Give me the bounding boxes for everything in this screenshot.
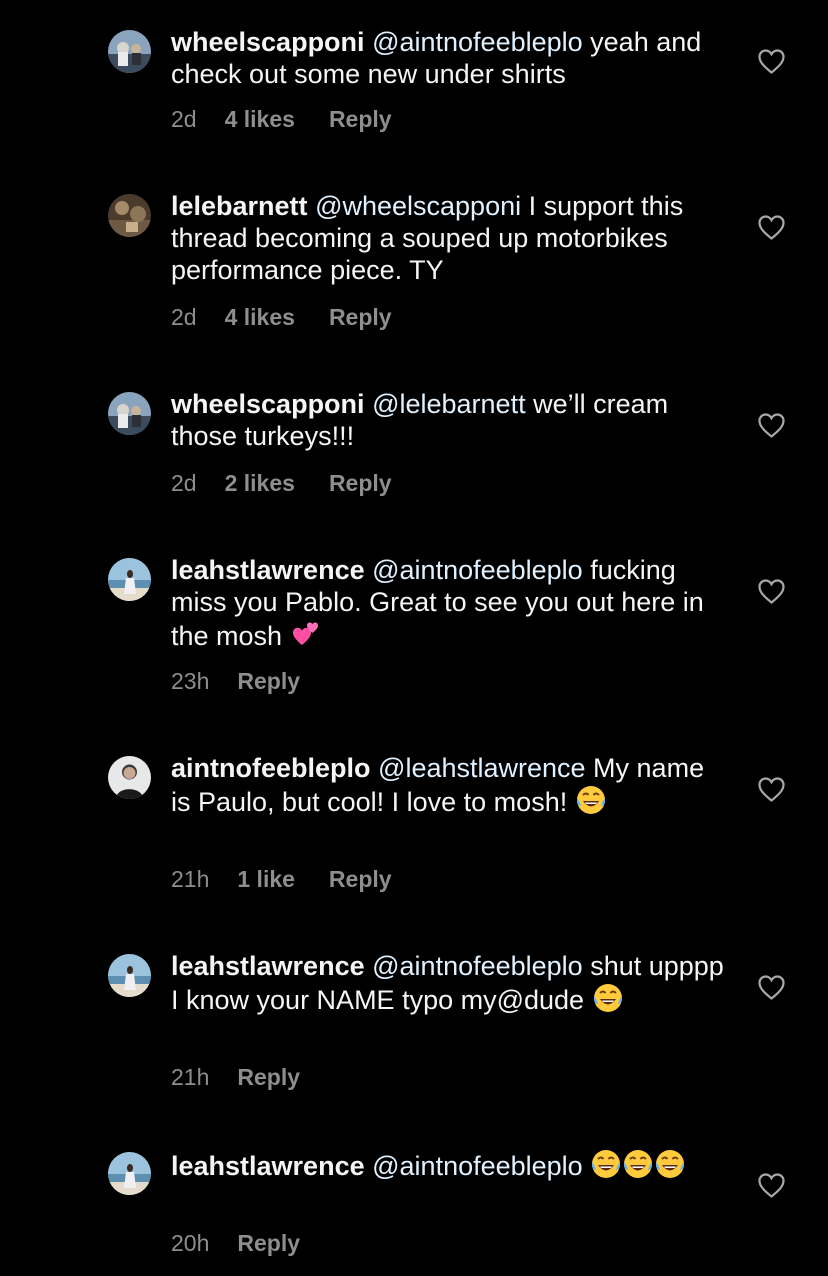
comment-meta: 20h Reply	[171, 1229, 300, 1257]
reply-button[interactable]: Reply	[329, 865, 392, 893]
reply-button[interactable]: Reply	[329, 469, 392, 497]
comment-mention[interactable]: @aintnofeebleplo	[372, 1151, 583, 1181]
reply-button[interactable]: Reply	[237, 1229, 300, 1257]
comment-username[interactable]: leahstlawrence	[171, 951, 365, 981]
avatar[interactable]	[108, 1152, 151, 1195]
tears-of-joy-emoji	[592, 982, 624, 1014]
heart-icon[interactable]	[758, 1173, 785, 1198]
comment-likes[interactable]: 1 like	[237, 865, 295, 893]
comment-time: 21h	[171, 1064, 210, 1090]
comment-mention[interactable]: @aintnofeebleplo	[372, 951, 583, 981]
comment-likes[interactable]: 2 likes	[225, 469, 295, 497]
avatar[interactable]	[108, 954, 151, 997]
avatar[interactable]	[108, 558, 151, 601]
two-hearts-emoji	[290, 618, 322, 650]
heart-icon[interactable]	[758, 975, 785, 1000]
comment-likes[interactable]: 4 likes	[225, 303, 295, 331]
comment-text: wheelscapponi @lelebarnett we’ll cream t…	[171, 388, 731, 452]
comment-username[interactable]: wheelscapponi	[171, 389, 365, 419]
comment-mention[interactable]: @lelebarnett	[372, 389, 526, 419]
comment-text: lelebarnett @wheelscapponi I support thi…	[171, 190, 731, 286]
comment-username[interactable]: leahstlawrence	[171, 555, 365, 585]
comment-time: 20h	[171, 1230, 210, 1256]
heart-icon[interactable]	[758, 215, 785, 240]
comment-username[interactable]: wheelscapponi	[171, 27, 365, 57]
comment-time: 2d	[171, 470, 197, 496]
comment-meta: 2d 2 likes Reply	[171, 469, 392, 497]
comment-mention[interactable]: @aintnofeebleplo	[372, 27, 583, 57]
comment-text: leahstlawrence @aintnofeebleplo shut upp…	[171, 950, 731, 1016]
comment-likes[interactable]: 4 likes	[225, 105, 295, 133]
comment-time: 23h	[171, 668, 210, 694]
avatar[interactable]	[108, 194, 151, 237]
comment-time: 2d	[171, 106, 197, 132]
comment-username[interactable]: lelebarnett	[171, 191, 308, 221]
avatar[interactable]	[108, 392, 151, 435]
comment-time: 2d	[171, 304, 197, 330]
tears-of-joy-emoji	[575, 784, 607, 816]
comment-body	[583, 1151, 591, 1181]
comment-meta: 21h 1 like Reply	[171, 865, 392, 893]
tears-of-joy-emoji	[590, 1148, 622, 1180]
comment-meta: 2d 4 likes Reply	[171, 303, 392, 331]
comment-time: 21h	[171, 866, 210, 892]
avatar[interactable]	[108, 756, 151, 799]
tears-of-joy-emoji	[654, 1148, 686, 1180]
comment-username[interactable]: aintnofeebleplo	[171, 753, 371, 783]
comment-meta: 21h Reply	[171, 1063, 300, 1091]
reply-button[interactable]: Reply	[329, 105, 392, 133]
comment-meta: 2d 4 likes Reply	[171, 105, 392, 133]
reply-button[interactable]: Reply	[237, 1063, 300, 1091]
comment-text: aintnofeebleplo @leahstlawrence My name …	[171, 752, 731, 818]
comment-mention[interactable]: @aintnofeebleplo	[372, 555, 583, 585]
comment-text: wheelscapponi @aintnofeebleplo yeah and …	[171, 26, 731, 90]
comment-text: leahstlawrence @aintnofeebleplo	[171, 1148, 731, 1182]
heart-icon[interactable]	[758, 579, 785, 604]
reply-button[interactable]: Reply	[237, 667, 300, 695]
reply-button[interactable]: Reply	[329, 303, 392, 331]
comment-text: leahstlawrence @aintnofeebleplo fucking …	[171, 554, 731, 652]
comment-username[interactable]: leahstlawrence	[171, 1151, 365, 1181]
heart-icon[interactable]	[758, 777, 785, 802]
heart-icon[interactable]	[758, 49, 785, 74]
heart-icon[interactable]	[758, 413, 785, 438]
comment-mention[interactable]: @wheelscapponi	[315, 191, 521, 221]
tears-of-joy-emoji	[622, 1148, 654, 1180]
comment-mention[interactable]: @leahstlawrence	[378, 753, 586, 783]
comment-meta: 23h Reply	[171, 667, 300, 695]
avatar[interactable]	[108, 30, 151, 73]
